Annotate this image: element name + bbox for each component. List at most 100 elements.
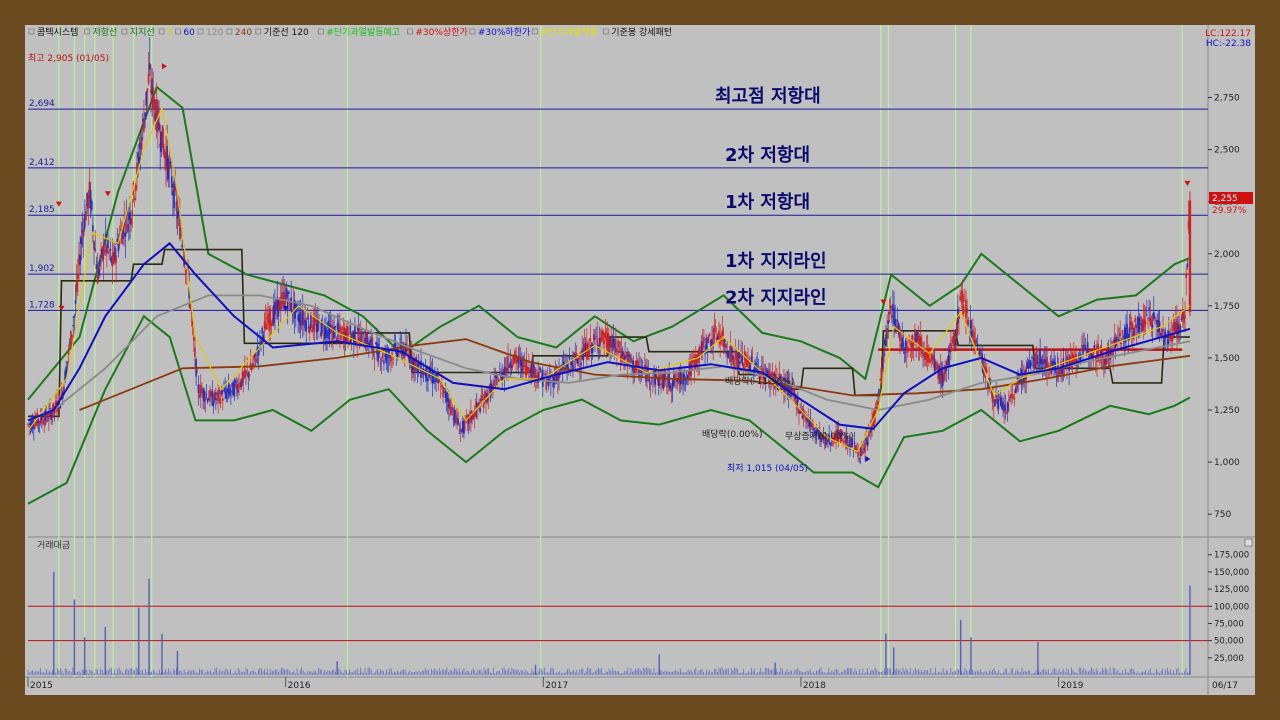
candle-body-754 [901,337,903,349]
candle-body-418 [511,363,514,368]
candle-body-143 [192,336,195,341]
candle-body-247 [313,316,316,332]
legend-box-12 [602,28,609,35]
candle-body-678 [813,427,815,430]
current-price: 2,255 [1212,194,1238,204]
candle-body-179 [234,379,237,384]
candle-body-633 [761,366,763,367]
candle-body-421 [515,354,517,364]
candle-body-489 [594,337,596,340]
legend-item-8: #단기과열발동예고 [326,27,400,38]
candle-body-755 [902,343,905,346]
candle-body-807 [962,304,965,315]
candle-body-815 [972,329,974,331]
volume-tick-label-2: 75,000 [1214,619,1244,629]
candle-body-160 [212,400,215,406]
legend-box-7 [255,28,262,35]
candle-body-134 [182,256,185,258]
volume-tick-label-6: 175,000 [1214,551,1249,561]
candle-body-171 [225,392,228,399]
level-label-0: 2,694 [29,99,55,109]
candle-body-796 [950,343,952,352]
candle-body-846 [1008,399,1010,401]
candle-body-123 [169,161,172,164]
candle-body-197 [255,359,258,362]
candle-body-554 [669,385,672,389]
candle-body-725 [867,434,870,437]
candle-body-969 [1150,319,1153,326]
candle-body-166 [219,398,222,404]
candle-body-201 [260,340,262,345]
candle-body-844 [1005,412,1008,414]
candle-body-599 [721,330,724,336]
candle-body-46 [80,237,83,245]
chart-svg[interactable]: 7501,0001,2501,5001,7502,0002,2502,5002,… [25,25,1255,695]
candle-body-71 [109,248,112,251]
candle-body-868 [1033,362,1036,368]
candle-body-355 [438,381,441,383]
candle-body-757 [904,341,907,349]
candle-body-572 [690,361,692,376]
legend-box-11 [532,28,538,35]
volume-tick-label-3: 100,000 [1214,602,1249,612]
candle-body-436 [532,362,535,375]
candle-body-28 [59,406,62,409]
candle-body-767 [916,332,919,335]
candle-body-965 [1146,314,1148,316]
chart-frame: 7501,0001,2501,5001,7502,0002,2502,5002,… [0,0,1280,720]
candle-body-595 [717,335,719,340]
candle-body-45 [79,255,81,265]
candle-body-56 [92,224,94,232]
candle-body-219 [281,292,283,305]
level-label-4: 1,728 [29,300,55,310]
signal-arrow-7 [865,455,871,462]
candle-body-31 [63,386,65,392]
candle-body-966 [1147,317,1149,319]
candle-body-738 [882,353,885,364]
candle-body-806 [961,290,964,304]
candle-body-784 [936,362,938,370]
candle-body-154 [205,394,208,395]
candle-body-942 [1119,333,1121,337]
candle-body-637 [765,370,768,372]
candle-body-781 [932,354,935,359]
candle-body-563 [679,371,682,385]
candle-body-276 [347,327,349,342]
candle-body-837 [997,398,1000,409]
candle-body-750 [896,320,899,322]
candle-body-733 [877,401,879,406]
chart-area[interactable]: 7501,0001,2501,5001,7502,0002,2502,5002,… [25,25,1255,695]
candle-body-467 [568,356,571,360]
candle-body-26 [57,409,59,412]
candle-body-607 [730,349,733,353]
candle-body-187 [244,368,246,378]
candle-body-147 [197,384,200,394]
candle-body-564 [681,373,683,378]
candle-body-90 [131,210,134,216]
level-label-3: 1,902 [29,264,55,274]
candle-body-476 [579,366,581,367]
candle-body-35 [67,349,70,355]
volume-panel-title: 거래대금 [37,540,70,551]
candle-body-546 [660,383,662,386]
ma-5 [27,105,1191,453]
candle-body-723 [865,438,868,442]
candle-body-258 [326,330,328,338]
candle-body-587 [707,335,710,344]
candle-body-373 [459,429,462,432]
candle-body-37 [70,331,72,348]
candle-body-593 [714,326,717,328]
candle-body-406 [497,379,500,382]
lc-readout: LC:122.17 [1205,29,1251,39]
year-tick-label-0: 2015 [30,681,53,691]
rights-marker: 무상증자(0.00%) [785,431,854,442]
candle-body-505 [612,336,615,348]
volume-tick-label-1: 50,000 [1214,637,1244,647]
candle-body-174 [228,389,231,396]
candle-body-756 [903,351,906,353]
candle-body-58 [94,248,97,251]
volume-panel-button[interactable] [1244,538,1253,547]
candle-body-102 [145,91,148,106]
candle-body-474 [576,358,579,364]
candle-body-265 [334,326,337,328]
